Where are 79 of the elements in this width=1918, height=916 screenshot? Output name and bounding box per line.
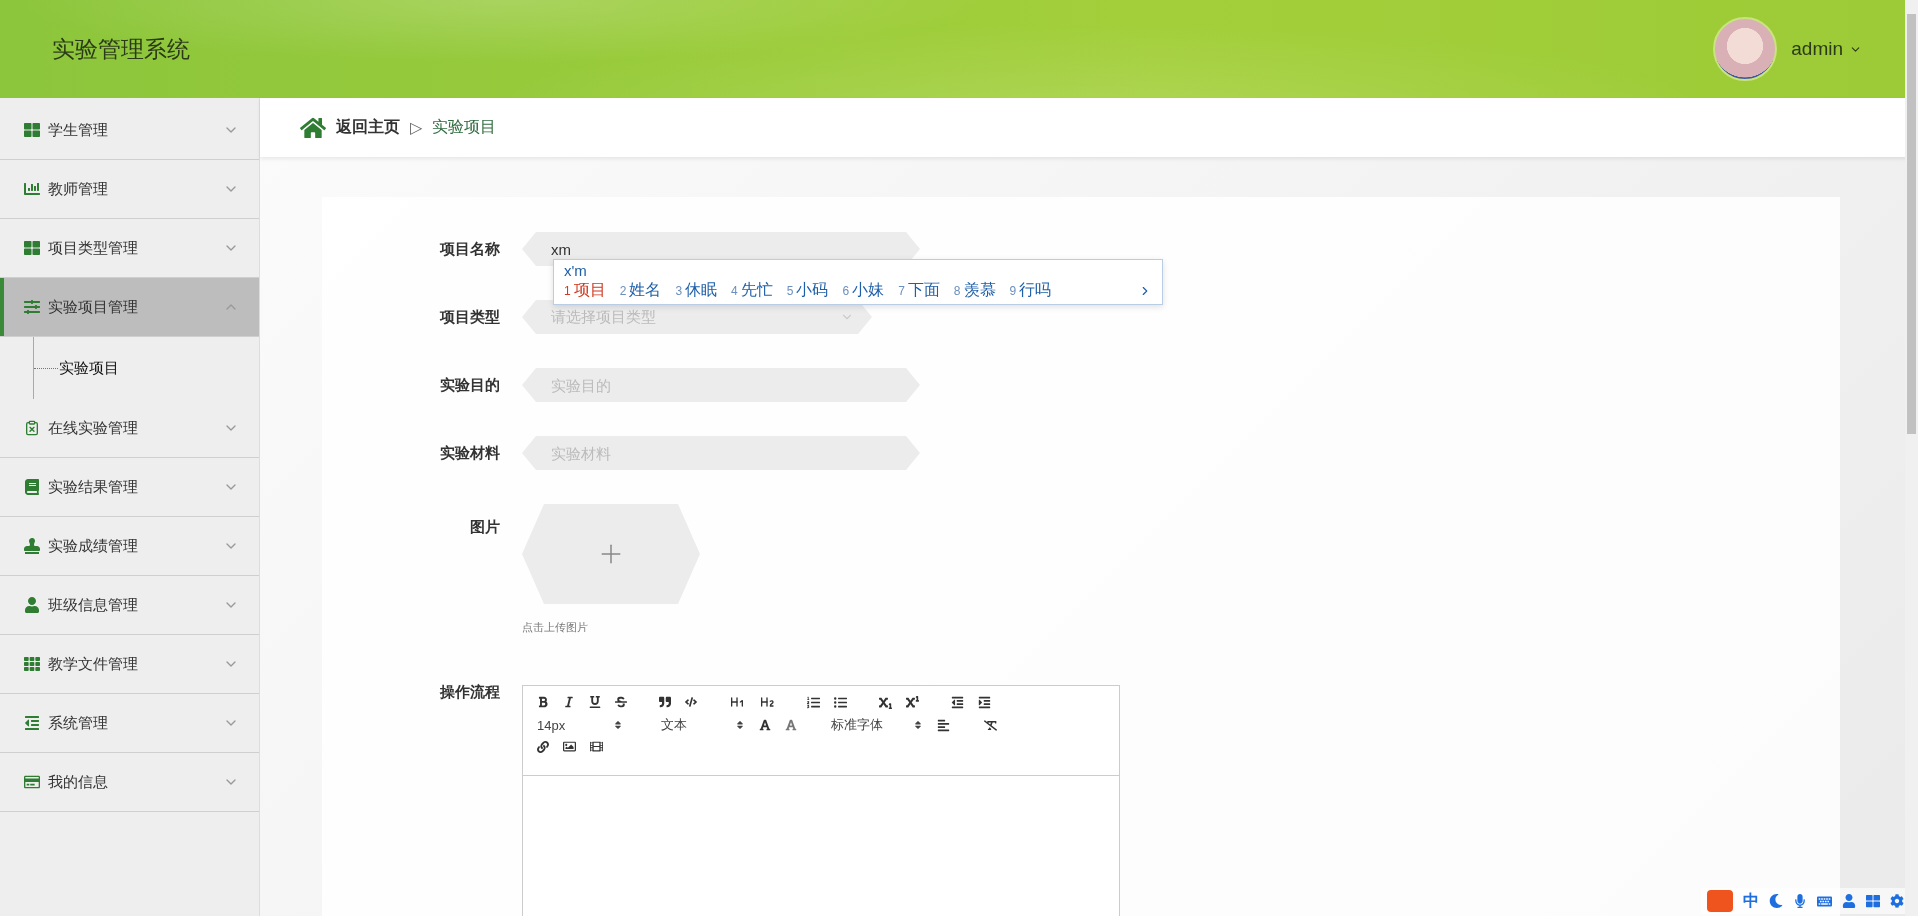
video-icon[interactable] xyxy=(590,740,603,753)
ime-candidate[interactable]: 8 羡慕 xyxy=(953,280,996,301)
sidebar-item[interactable]: 实验项目管理 xyxy=(0,278,259,337)
ime-mode: 中 xyxy=(1743,890,1759,911)
italic-icon[interactable] xyxy=(563,696,575,708)
ime-candidate[interactable]: 5 小码 xyxy=(786,280,829,301)
grid-icon xyxy=(24,122,40,138)
ordered-list-icon[interactable] xyxy=(807,695,820,709)
sort-icon xyxy=(613,720,623,730)
sidebar-item[interactable]: 班级信息管理 xyxy=(0,576,259,635)
highlight-icon[interactable] xyxy=(785,719,797,731)
sidebar-item[interactable]: 在线实验管理 xyxy=(0,399,259,458)
image-icon[interactable] xyxy=(563,740,576,753)
field-label: 实验目的 xyxy=(439,375,500,395)
breadcrumb-current: 实验项目 xyxy=(432,117,497,137)
sidebar-item[interactable]: 实验成绩管理 xyxy=(0,517,259,576)
sidebar-item[interactable]: 实验结果管理 xyxy=(0,458,259,517)
sidebar-item[interactable]: 学生管理 xyxy=(0,101,259,160)
sidebar-item[interactable]: 教师管理 xyxy=(0,160,259,219)
ime-candidate[interactable]: 7 下面 xyxy=(898,280,940,301)
superscript-icon[interactable] xyxy=(906,695,919,709)
link-icon[interactable] xyxy=(537,740,549,753)
grid-icon xyxy=(1866,894,1880,908)
card-icon xyxy=(24,774,40,790)
sort-icon xyxy=(735,720,745,730)
home-link[interactable]: 返回主页 xyxy=(300,114,400,141)
bar-chart-icon xyxy=(24,181,40,197)
microphone-icon xyxy=(1793,894,1807,908)
sidebar-item[interactable]: 教学文件管理 xyxy=(0,635,259,694)
stamp-icon xyxy=(24,538,40,554)
ime-candidate[interactable]: 1 项目 xyxy=(564,280,606,301)
app-title: 实验管理系统 xyxy=(52,34,191,64)
bullet-list-icon[interactable] xyxy=(834,695,847,709)
field-label: 图片 xyxy=(469,518,500,537)
font-family-select[interactable]: 标准字体 xyxy=(831,716,923,734)
quote-icon[interactable] xyxy=(659,696,671,708)
bold-icon[interactable] xyxy=(537,696,549,708)
sidebar-item[interactable]: 我的信息 xyxy=(0,753,259,812)
user-icon xyxy=(1842,894,1856,908)
font-size-select[interactable]: 14px xyxy=(537,717,623,733)
ime-candidate[interactable]: 3 休眠 xyxy=(675,280,718,301)
sidebar-item[interactable]: 系统管理 xyxy=(0,694,259,753)
field-label: 项目类型 xyxy=(439,307,500,327)
ime-candidate[interactable]: 6 小妹 xyxy=(842,280,885,301)
sliders-icon xyxy=(24,299,40,315)
underline-icon[interactable] xyxy=(589,696,601,708)
ime-candidate[interactable]: 9 行吗 xyxy=(1009,280,1052,301)
ime-candidate[interactable]: 2 姓名 xyxy=(619,280,662,301)
text-color-icon[interactable] xyxy=(759,719,771,731)
align-icon[interactable] xyxy=(937,718,950,732)
scrollbar-thumb[interactable] xyxy=(1907,14,1916,434)
grid-icon xyxy=(24,240,40,256)
breadcrumb-separator: ▷ xyxy=(410,118,423,137)
settings-icon xyxy=(1890,894,1904,908)
rich-text-editor[interactable]: 14px 文本 标准字体 xyxy=(522,685,1120,916)
sort-icon xyxy=(913,720,923,730)
heading-two-icon[interactable] xyxy=(759,694,775,710)
subscript-icon[interactable] xyxy=(879,695,892,709)
outdent-icon xyxy=(24,715,40,731)
user-icon xyxy=(24,597,40,613)
upload-hint: 点击上传图片 xyxy=(522,620,589,635)
grid-icon xyxy=(24,656,40,672)
block-format-select[interactable]: 文本 xyxy=(661,716,745,734)
field-label: 实验材料 xyxy=(439,443,500,463)
code-icon[interactable] xyxy=(685,696,697,708)
clear-format-icon[interactable] xyxy=(984,718,997,732)
book-icon xyxy=(24,479,40,495)
clipboard-x-icon xyxy=(24,420,40,436)
ime-logo-icon xyxy=(1707,890,1733,912)
field-label: 操作流程 xyxy=(439,683,500,702)
sidebar-subitem[interactable]: 实验项目 xyxy=(34,358,119,378)
field-label: 项目名称 xyxy=(439,239,500,259)
moon-icon xyxy=(1769,894,1783,908)
heading-one-icon[interactable] xyxy=(729,694,745,710)
outdent-icon[interactable] xyxy=(951,695,964,709)
ime-candidate[interactable]: 4 先忙 xyxy=(731,280,773,301)
indent-icon[interactable] xyxy=(978,695,991,709)
strikethrough-icon[interactable] xyxy=(615,696,627,708)
user-menu[interactable]: admin xyxy=(1791,38,1862,60)
